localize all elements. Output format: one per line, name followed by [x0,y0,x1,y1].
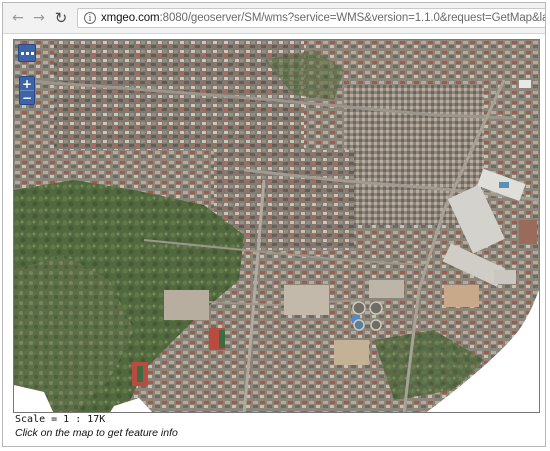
address-bar[interactable]: i xmgeo.com:8080/geoserver/SM/wms?servic… [77,8,545,28]
arrow-left-icon: ← [12,10,24,26]
browser-toolbar: ← → ↻ i xmgeo.com:8080/geoserver/SM/wms?… [3,3,545,34]
satellite-map-image [14,40,539,412]
url-host: xmgeo.com [101,12,160,24]
feature-info-hint: Click on the map to get feature info [15,427,178,439]
pan-zoom-toolbar-icon[interactable] [18,44,36,62]
reload-button[interactable]: ↻ [52,9,70,27]
back-button[interactable]: ← [9,9,27,27]
zoom-out-button[interactable]: − [20,90,34,104]
zoom-in-button[interactable]: + [20,77,34,90]
browser-window: ← → ↻ i xmgeo.com:8080/geoserver/SM/wms?… [2,2,546,447]
map-viewport[interactable]: + − [13,39,540,413]
url-path: :8080/geoserver/SM/wms?service=WMS&versi… [159,12,545,24]
info-icon[interactable]: i [84,12,96,24]
reload-icon: ↻ [54,9,68,27]
scale-readout: Scale = 1 : 17K [15,414,106,425]
zoom-control: + − [19,76,35,105]
url-text: xmgeo.com:8080/geoserver/SM/wms?service=… [101,12,545,24]
arrow-right-icon: → [33,10,45,26]
forward-button[interactable]: → [30,9,48,27]
